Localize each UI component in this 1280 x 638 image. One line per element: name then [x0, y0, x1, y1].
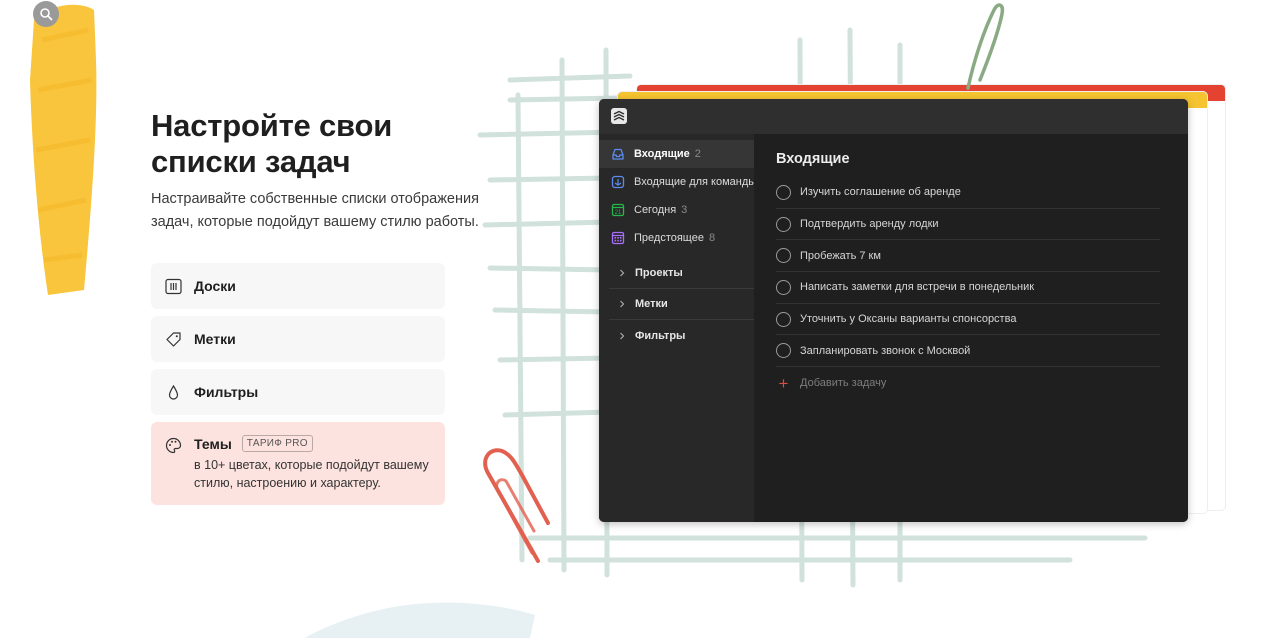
feature-label: Доски	[194, 278, 236, 294]
task-checkbox[interactable]	[776, 216, 791, 232]
task-list: Изучить соглашение об аренде Подтвердить…	[776, 177, 1160, 399]
task-checkbox[interactable]	[776, 184, 791, 200]
feature-filters[interactable]: Фильтры	[151, 369, 445, 415]
page-subtitle: Настраивайте собственные списки отображе…	[151, 191, 479, 230]
task-label: Пробежать 7 км	[800, 249, 881, 262]
sidebar-section-labels[interactable]: Метки	[609, 289, 754, 320]
blue-brush-decoration	[305, 602, 535, 638]
main-title: Входящие	[776, 151, 850, 167]
drop-icon	[164, 383, 182, 401]
feature-labels[interactable]: Метки	[151, 316, 445, 362]
task-checkbox[interactable]	[776, 311, 791, 327]
svg-text:21: 21	[615, 210, 622, 216]
plus-icon: +	[778, 373, 789, 393]
page-title: Настройте свои списки задач	[151, 108, 481, 180]
feature-label: Фильтры	[194, 384, 259, 400]
feature-themes[interactable]: Темы ТАРИФ PRO в 10+ цветах, которые под…	[151, 422, 445, 505]
feature-label: Метки	[194, 331, 236, 347]
feature-list: Доски Метки Фильтры Темы ТАРИФ PRO в 10+…	[151, 263, 445, 512]
chevron-right-icon	[620, 300, 625, 308]
task-item[interactable]: Уточнить у Оксаны варианты спонсорства	[776, 304, 1160, 336]
inbox-icon	[612, 148, 624, 160]
calendar-today-icon: 21	[611, 203, 625, 217]
app-sidebar: Входящие 2 Входящие для команды 21 Сегод…	[599, 134, 754, 522]
palette-icon	[164, 436, 182, 454]
hero-text: Настройте свои списки задач Настраивайте…	[151, 108, 481, 234]
sidebar-item-upcoming[interactable]: Предстоящее 8	[599, 224, 754, 252]
search-button[interactable]	[33, 1, 59, 27]
task-item[interactable]: Изучить соглашение об аренде	[776, 177, 1160, 209]
task-checkbox[interactable]	[776, 248, 791, 264]
feature-label: Темы	[194, 435, 232, 452]
chevron-right-icon	[620, 269, 625, 277]
sidebar-item-today[interactable]: 21 Сегодня 3	[599, 196, 754, 224]
task-label: Подтвердить аренду лодки	[800, 218, 939, 231]
yellow-brush-decoration	[30, 4, 97, 296]
task-item[interactable]: Пробежать 7 км	[776, 240, 1160, 273]
app-logo-icon	[611, 108, 627, 124]
sidebar-item-label: Предстоящее	[634, 232, 704, 244]
task-label: Изучить соглашение об аренде	[800, 186, 961, 199]
sidebar-item-label: Сегодня	[634, 204, 677, 216]
task-label: Запланировать звонок с Москвой	[800, 344, 971, 357]
sidebar-item-count: 2	[694, 148, 701, 160]
board-icon	[164, 277, 182, 295]
feature-boards[interactable]: Доски	[151, 263, 445, 309]
tag-icon	[164, 330, 182, 348]
team-inbox-icon	[611, 175, 625, 189]
sidebar-item-label: Входящие	[634, 148, 690, 160]
task-label: Уточнить у Оксаны варианты спонсорства	[800, 313, 1017, 326]
app-main: Входящие Изучить соглашение об аренде По…	[754, 134, 1188, 522]
green-paperclip-decoration	[966, 3, 1005, 90]
sidebar-section-filters[interactable]: Фильтры	[609, 320, 754, 351]
title-line-1: Настройте свои	[151, 108, 393, 143]
chevron-right-icon	[620, 332, 625, 339]
app-window: Входящие 2 Входящие для команды 21 Сегод…	[599, 99, 1188, 522]
sidebar-item-team-inbox[interactable]: Входящие для команды	[599, 168, 754, 196]
pro-plan-badge: ТАРИФ PRO	[241, 435, 313, 452]
task-checkbox[interactable]	[776, 343, 791, 359]
task-item[interactable]: Запланировать звонок с Москвой	[776, 335, 1160, 368]
sidebar-section-label: Метки	[635, 298, 668, 310]
task-label: Написать заметки для встречи в понедельн…	[800, 281, 1035, 294]
sidebar-item-inbox[interactable]: Входящие 2	[599, 140, 754, 168]
calendar-upcoming-icon	[611, 231, 625, 245]
feature-description: в 10+ цветах, которые подойдут вашему ст…	[194, 458, 429, 490]
add-task-button[interactable]: + Добавить задачу	[776, 367, 1160, 399]
sidebar-section-label: Проекты	[635, 267, 683, 279]
title-line-2: списки задач	[151, 144, 351, 179]
sidebar-section-label: Фильтры	[635, 329, 686, 342]
red-paperclip-decoration	[483, 448, 550, 563]
search-icon	[40, 8, 53, 21]
sidebar-item-count: 3	[681, 204, 688, 216]
task-item[interactable]: Написать заметки для встречи в понедельн…	[776, 272, 1160, 304]
task-checkbox[interactable]	[776, 279, 791, 295]
sidebar-section-projects[interactable]: Проекты	[609, 258, 754, 289]
app-titlebar	[599, 99, 1188, 134]
sidebar-item-count: 8	[708, 232, 716, 244]
add-task-label: Добавить задачу	[800, 377, 887, 390]
sidebar-item-label: Входящие для команды	[634, 176, 754, 188]
task-item[interactable]: Подтвердить аренду лодки	[776, 209, 1160, 241]
